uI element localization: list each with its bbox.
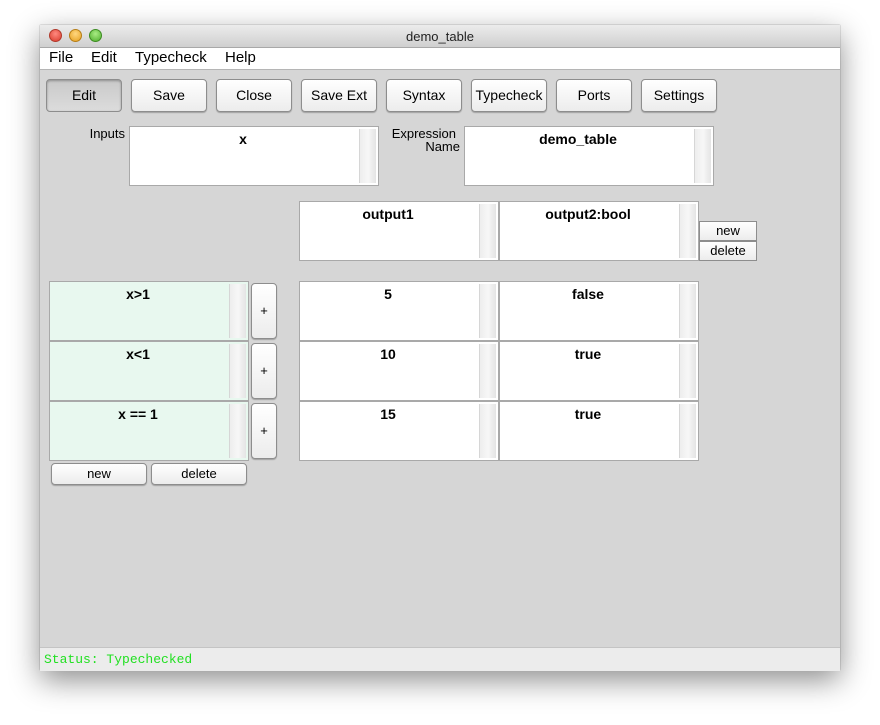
output-header-1-text: output1	[362, 206, 414, 222]
value-text: 15	[380, 406, 396, 422]
condition-new-button[interactable]: new	[51, 463, 147, 485]
menu-bar: File Edit Typecheck Help	[40, 48, 840, 70]
condition-scrollbar[interactable]	[229, 404, 246, 458]
row-add-button[interactable]: +	[251, 283, 277, 339]
value-scrollbar[interactable]	[679, 284, 696, 338]
value-text: 5	[384, 286, 392, 302]
save-button[interactable]: Save	[131, 79, 207, 112]
window-title: demo_table	[406, 29, 474, 44]
condition-cell[interactable]: x == 1	[49, 401, 249, 461]
inputs-scrollbar[interactable]	[359, 129, 376, 183]
condition-cell[interactable]: x>1	[49, 281, 249, 341]
value-text: 10	[380, 346, 396, 362]
condition-scrollbar[interactable]	[229, 344, 246, 398]
expression-name-label: Name	[425, 139, 460, 154]
value-scrollbar[interactable]	[479, 404, 496, 458]
output-header-2-scrollbar[interactable]	[679, 204, 696, 258]
status-bar: Status: Typechecked	[40, 647, 840, 671]
typecheck-button[interactable]: Typecheck	[471, 79, 547, 112]
output-delete-button[interactable]: delete	[699, 241, 757, 261]
output-header-2-text: output2:bool	[545, 206, 631, 222]
value-cell[interactable]: 15	[299, 401, 499, 461]
condition-scrollbar[interactable]	[229, 284, 246, 338]
menu-typecheck[interactable]: Typecheck	[135, 49, 207, 66]
save-ext-button[interactable]: Save Ext	[301, 79, 377, 112]
row-add-button[interactable]: +	[251, 403, 277, 459]
inputs-field[interactable]: x	[129, 126, 379, 186]
value-text: true	[574, 346, 602, 362]
value-scrollbar[interactable]	[479, 344, 496, 398]
output-header-1[interactable]: output1	[299, 201, 499, 261]
expression-name-field[interactable]: demo_table	[464, 126, 714, 186]
value-cell[interactable]: true	[499, 401, 699, 461]
expression-name-value: demo_table	[539, 131, 617, 147]
inputs-value: x	[239, 131, 247, 147]
syntax-button[interactable]: Syntax	[386, 79, 462, 112]
menu-help[interactable]: Help	[225, 49, 256, 66]
row-add-button[interactable]: +	[251, 343, 277, 399]
value-cell[interactable]: true	[499, 341, 699, 401]
value-text: false	[572, 286, 604, 302]
condition-delete-button[interactable]: delete	[151, 463, 247, 485]
condition-cell[interactable]: x<1	[49, 341, 249, 401]
ports-button[interactable]: Ports	[556, 79, 632, 112]
settings-button[interactable]: Settings	[641, 79, 717, 112]
title-bar[interactable]: demo_table	[40, 25, 840, 48]
status-text: Status: Typechecked	[44, 652, 193, 667]
inputs-label: Inputs	[89, 126, 125, 141]
condition-text: x<1	[126, 346, 150, 362]
value-cell[interactable]: 5	[299, 281, 499, 341]
output-header-1-scrollbar[interactable]	[479, 204, 496, 258]
value-scrollbar[interactable]	[679, 344, 696, 398]
expression-name-scrollbar[interactable]	[694, 129, 711, 183]
value-scrollbar[interactable]	[479, 284, 496, 338]
condition-text: x>1	[126, 286, 150, 302]
condition-text: x == 1	[118, 406, 158, 422]
close-button[interactable]: Close	[216, 79, 292, 112]
output-new-button[interactable]: new	[699, 221, 757, 241]
value-scrollbar[interactable]	[679, 404, 696, 458]
output-header-2[interactable]: output2:bool	[499, 201, 699, 261]
menu-file[interactable]: File	[49, 49, 73, 66]
value-text: true	[574, 406, 602, 422]
value-cell[interactable]: 10	[299, 341, 499, 401]
value-cell[interactable]: false	[499, 281, 699, 341]
menu-edit[interactable]: Edit	[91, 49, 117, 66]
edit-button[interactable]: Edit	[46, 79, 122, 112]
app-window: demo_table File Edit Typecheck Help Edit…	[40, 25, 840, 671]
